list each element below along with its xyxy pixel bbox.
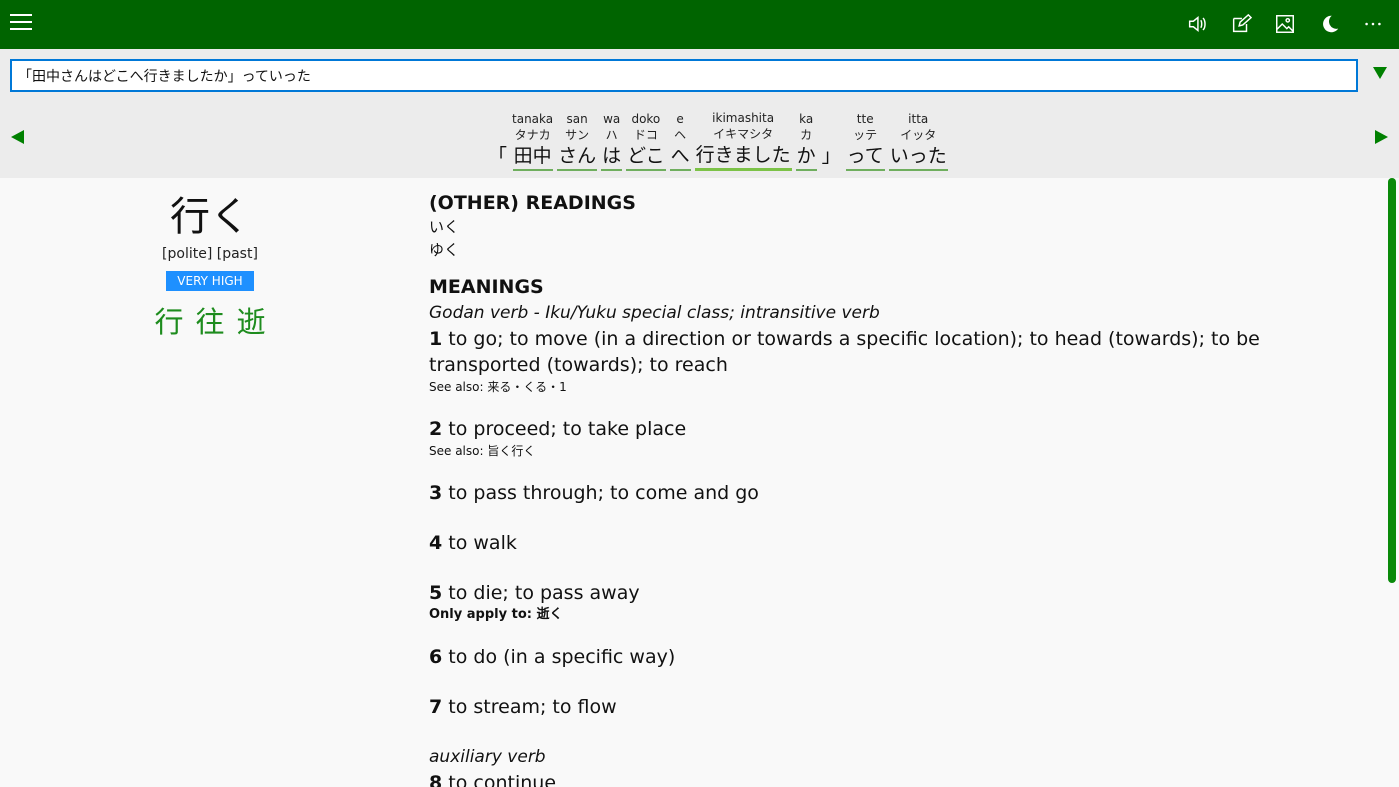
token-surface: へ [669,143,691,171]
sense-text: to do (in a specific way) [448,646,676,668]
token-romaji: ikimashita [712,111,775,125]
sense-number: 2 [429,418,443,440]
reading-item: ゆく [429,241,460,259]
sentence-punctuation: 」 [821,143,842,171]
token-kana: カ [800,128,813,142]
token-surface: か [795,143,817,171]
sense-number: 6 [429,646,443,668]
sentence-tokens: 「tanaka タナカ 田中 san サン さん wa ハは doko ドコ どこ e ヘへ ikimas… [487,110,948,171]
sense-text: to die; to pass away [448,582,640,604]
sense-number: 7 [429,696,443,718]
scrollbar-thumb[interactable] [1388,178,1396,583]
sentence-token[interactable]: tanaka タナカ 田中 [512,111,553,171]
sense-number: 5 [429,582,443,604]
sense-2: 2 to proceed; to take place [429,416,1349,442]
sense-text: to go; to move (in a direction or toward… [429,328,1260,376]
moon-icon[interactable] [1317,12,1341,36]
search-row [0,49,1399,102]
sentence-token[interactable]: ka カか [795,111,817,171]
meanings-title: MEANINGS [429,276,544,298]
readings-title: (OTHER) READINGS [429,192,636,214]
edit-icon[interactable] [1229,12,1253,36]
token-romaji: tanaka [512,112,554,126]
headword: 行く [170,194,250,240]
token-kana: イキマシタ [713,127,774,141]
top-app-bar [0,0,1399,49]
inflection-tags: [polite] [past] [162,246,258,262]
token-romaji: itta [908,112,929,126]
sense-5: 5 to die; to pass away [429,580,1349,606]
see-also-note[interactable]: See also: 旨く行く [429,442,1349,460]
toolbar-actions [1185,12,1385,36]
next-arrow-icon[interactable] [1375,130,1388,144]
sense-text: to continue [448,772,557,787]
token-romaji: ka [799,112,814,126]
token-kana: ハ [605,128,618,142]
token-surface: さん [557,143,598,171]
token-romaji: doko [631,112,661,126]
sense-text: to pass through; to come and go [448,482,759,504]
more-icon[interactable] [1361,12,1385,36]
token-kana: ッテ [853,128,878,142]
sense-text: to walk [448,532,517,554]
token-kana: ドコ [633,128,658,142]
sense-7: 7 to stream; to flow [429,694,1349,720]
sentence-token[interactable]: eヘへ [669,111,691,171]
entry-summary: 行く [polite] [past] VERY HIGH 行 往 逝 [110,192,310,341]
hamburger-icon[interactable] [10,14,32,34]
image-icon[interactable] [1273,12,1297,36]
part-of-speech: Godan verb - Iku/Yuku special class; int… [429,303,880,323]
sentence-token[interactable]: wa ハは [601,111,623,171]
kanji-link[interactable]: 逝 [237,299,266,341]
search-input[interactable] [10,59,1358,92]
sense-text: to stream; to flow [448,696,617,718]
previous-arrow-icon[interactable] [11,130,24,144]
sentence-punctuation: 「 [487,143,508,171]
sentence-token[interactable]: tte ッテ って [845,111,885,171]
token-romaji: tte [856,112,874,126]
sense-text: to proceed; to take place [448,418,687,440]
token-surface: って [845,143,885,171]
token-romaji: san [566,112,588,126]
sense-6: 6 to do (in a specific way) [429,644,1349,670]
token-surface: どこ [626,143,666,171]
apply-note: Only apply to: 逝く [429,607,563,622]
entry-content: 行く [polite] [past] VERY HIGH 行 往 逝 (OTHE… [0,178,1399,787]
token-romaji: e [676,112,684,126]
sense-number: 1 [429,328,443,350]
token-kana: イッタ [900,128,937,142]
part-of-speech: auxiliary verb [429,747,546,767]
frequency-badge: VERY HIGH [166,271,254,291]
sense-1: 1 to go; to move (in a direction or towa… [429,326,1349,378]
sense-8: 8 to continue [429,770,1349,787]
see-also-note[interactable]: See also: 来る・くる・1 [429,378,1349,396]
token-surface: 」 [821,145,841,167]
token-surface: いった [888,143,948,171]
sentence-bar: 「tanaka タナカ 田中 san サン さん wa ハは doko ドコ どこ e ヘへ ikimas… [0,102,1399,178]
sense-number: 8 [429,772,443,787]
token-surface: 「 [488,145,508,167]
sense-3: 3 to pass through; to come and go [429,480,1349,506]
token-surface: 行きました [694,142,792,171]
sentence-token[interactable]: ikimashita イキマシタ 行きました [694,110,792,171]
dropdown-arrow-icon[interactable] [1373,67,1387,79]
token-kana: タナカ [514,128,551,142]
sentence-token[interactable]: doko ドコ どこ [626,111,666,171]
kanji-list: 行 往 逝 [110,299,310,341]
sense-number: 3 [429,482,443,504]
reading-item: いく [429,218,460,236]
token-kana: ヘ [674,128,687,142]
sentence-token[interactable]: san サン さん [557,111,598,171]
sense-number: 4 [429,532,443,554]
kanji-link[interactable]: 往 [195,299,224,341]
sentence-token[interactable]: itta イッタ いった [888,111,948,171]
token-kana: サン [565,128,590,142]
entry-details: (OTHER) READINGS いく ゆく MEANINGS Godan ve… [429,190,1349,787]
sense-4: 4 to walk [429,530,1349,556]
speaker-icon[interactable] [1185,12,1209,36]
token-surface: は [601,143,623,171]
kanji-link[interactable]: 行 [154,299,183,341]
token-surface: 田中 [512,143,553,171]
token-romaji: wa [603,112,621,126]
